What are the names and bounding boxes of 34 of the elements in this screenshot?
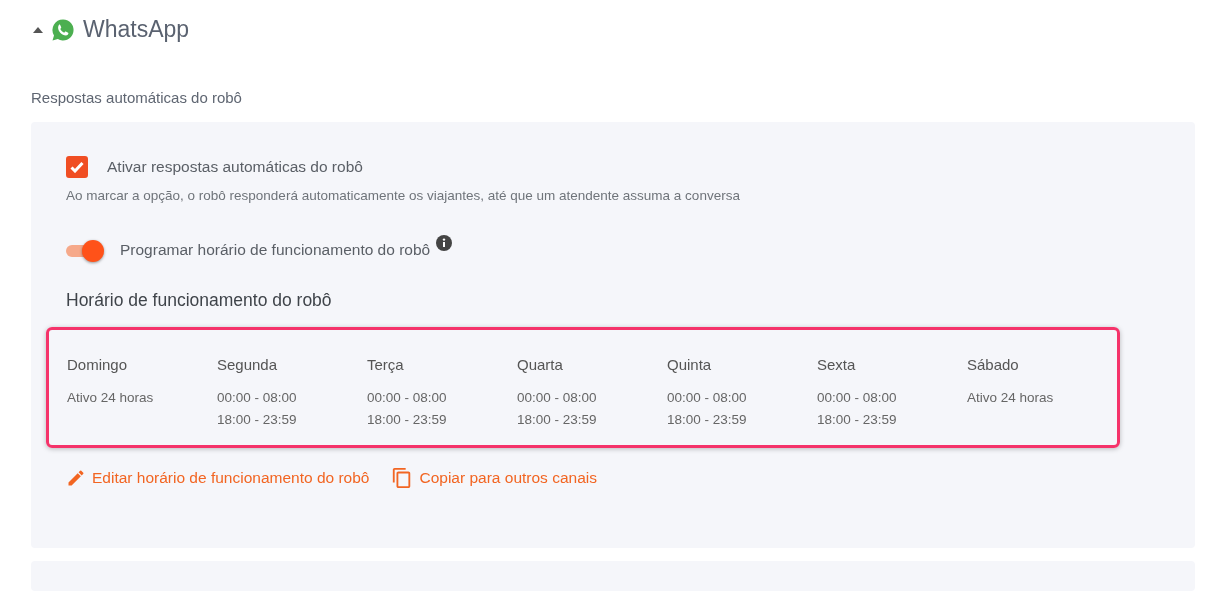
- day-name: Domingo: [67, 356, 128, 373]
- hours-text: 00:00 - 08:00: [217, 389, 297, 407]
- day-name: Quarta: [517, 356, 563, 373]
- day-name: Terça: [367, 356, 404, 373]
- hint-text: Ao marcar a opção, o robô responderá automaticamente os viajantes, até que um atendente assuma a conversa: [66, 188, 741, 203]
- hours-text: 18:00 - 23:59: [667, 411, 747, 429]
- hours-text: Ativo 24 horas: [67, 389, 154, 407]
- day-name: Sexta: [817, 356, 856, 373]
- day-name: Quinta: [667, 356, 712, 373]
- hours-text: Ativo 24 horas: [967, 389, 1054, 407]
- hours-text: 18:00 - 23:59: [817, 411, 897, 429]
- checkbox[interactable]: [66, 156, 88, 178]
- hours-text: 18:00 - 23:59: [217, 411, 297, 429]
- hours-text: 18:00 - 23:59: [367, 411, 447, 429]
- copy-link[interactable]: Copiar para outros canais: [391, 466, 597, 490]
- checkmark-icon: [70, 161, 84, 173]
- schedule-heading: Horário de funcionamento do robô: [66, 290, 333, 311]
- pencil-icon: [66, 468, 86, 488]
- hours-text: 00:00 - 08:00: [517, 389, 597, 407]
- section-subtitle: Respostas automáticas do robô: [31, 89, 243, 106]
- toggle-switch[interactable]: [66, 239, 104, 261]
- day-name: Sábado: [967, 356, 1019, 373]
- hours-text: 00:00 - 08:00: [367, 389, 447, 407]
- section-title: WhatsApp: [83, 16, 190, 43]
- caret-icon[interactable]: [33, 26, 43, 33]
- checkbox-label: Ativar respostas automáticas do robô: [107, 158, 363, 176]
- toggle-label: Programar horário de funcionamento do robô: [120, 241, 431, 259]
- info-icon[interactable]: [436, 235, 453, 251]
- chat-bubble-icon: [51, 17, 75, 42]
- hours-text: 00:00 - 08:00: [667, 389, 747, 407]
- hours-text: 18:00 - 23:59: [517, 411, 597, 429]
- hours-text: 00:00 - 08:00: [817, 389, 897, 407]
- day-name: Segunda: [217, 356, 278, 373]
- edit-link[interactable]: Editar horário de funcionamento do robô: [66, 466, 370, 490]
